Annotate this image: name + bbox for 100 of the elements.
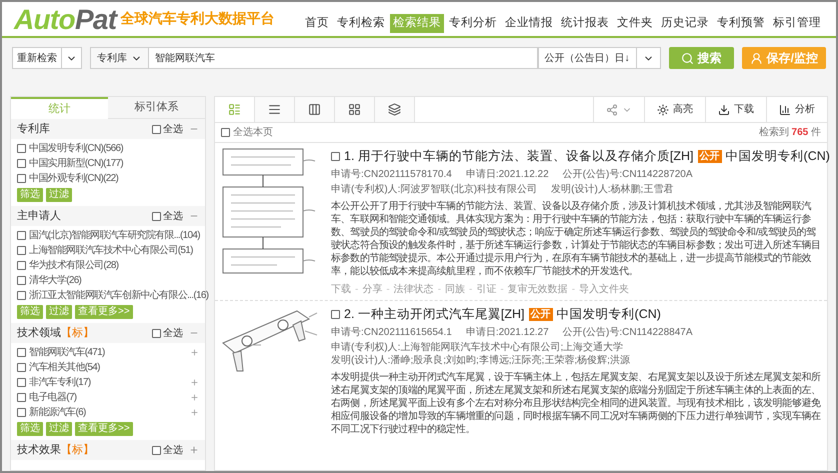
logo: AutoPat <box>14 6 116 34</box>
nav-tab[interactable]: 企业情报 <box>502 14 556 33</box>
status-badge: 公开 <box>528 308 553 321</box>
detail-view-icon <box>228 103 241 116</box>
filter-item[interactable]: 智能网联汽车(471) <box>29 345 105 360</box>
checkbox[interactable] <box>152 212 161 220</box>
section-title: 技术效果 <box>17 442 61 458</box>
nav-tab[interactable]: 标引管理 <box>770 14 824 33</box>
checkbox[interactable] <box>17 291 26 300</box>
select-all-label: 全选 <box>163 210 183 224</box>
sidebar-tab[interactable]: 标引体系 <box>108 97 205 119</box>
separator: - <box>436 282 442 297</box>
result-count: 检索到 765 件 <box>758 126 821 140</box>
patent-title[interactable]: 2. 一种主动开闭式汽车尾翼[ZH] <box>344 304 525 324</box>
select-all-label: 全选 <box>163 444 183 458</box>
filter-item[interactable]: 华为技术有限公司(28) <box>29 258 118 273</box>
share-icon <box>606 104 618 116</box>
checkbox[interactable] <box>331 152 340 161</box>
filter-item[interactable]: 汽车相关其他(54) <box>29 360 100 375</box>
search-field[interactable]: 专利库 智能网联汽车 <box>90 47 538 69</box>
filter-item[interactable]: 电子电器(7) <box>29 390 76 405</box>
checkbox[interactable] <box>331 310 340 319</box>
checkbox[interactable] <box>17 276 26 285</box>
user-icon <box>750 52 763 64</box>
bar-chart-icon <box>779 104 791 116</box>
patent-abstract: 本公开公开了用于行驶中车辆的节能方法、装置、设备以及存储介质，涉及计算机技术领域，尤其涉及智能网联汽车、车联网和智能交通领域。具体实现方案为：用于行驶中车辆的节能方法，包括：获取行驶中车辆的车辆运行参数、驾驶员的驾驶命令和/或驾驶员的驾驶状态；响应于确定所述车辆运行参数、驾驶员的驾驶命令和/或驾驶员的驾驶状态符合预设的触发条件时，基于所述车辆运行参数，计算处于节能状态的车辆目标参数；发出可进入所述车辆目标参数的节能驾驶提示。本公开通过提示用户行为，在原有车辆节能技术的基础上，进一步提高节能模式的节能效率，能以较低成本来提高续航里程，而不依赖车厂节能技术的开发迭代。 <box>331 200 821 278</box>
separator: - <box>385 282 391 297</box>
tool-button[interactable]: 高亮 <box>644 97 705 122</box>
patent-meta: 申请日:2021.12.27 <box>466 326 549 338</box>
separator: - <box>570 282 576 297</box>
checkbox[interactable] <box>152 446 161 454</box>
database-select[interactable]: 专利库 <box>91 48 149 68</box>
status-badge: 公开 <box>698 150 722 163</box>
patent-meta: 发明(设计)人:杨林鹏;王雪君 <box>551 182 674 196</box>
expand-icon[interactable] <box>189 445 199 455</box>
patent-meta: 公开(公告)号:CN114228720A <box>562 168 693 181</box>
patent-meta: 申请(专利权)人:上海智能网联汽车技术中心有限公司;上海交通大学 <box>331 340 624 354</box>
select-all-label: 全选 <box>163 326 183 340</box>
tool-button[interactable]: 下载 <box>705 97 766 122</box>
checkbox[interactable] <box>17 159 26 168</box>
sort-select[interactable]: 公开（公告日）日↓ <box>538 47 661 69</box>
checkbox[interactable] <box>152 124 161 134</box>
filter-item[interactable]: 非汽车专利(17) <box>29 375 90 390</box>
search-icon <box>680 52 694 64</box>
nav-tab[interactable]: 专利分析 <box>446 14 500 33</box>
nav-tab[interactable]: 首页 <box>302 14 332 33</box>
mode-select[interactable]: 重新检索 <box>12 47 82 69</box>
filter-item[interactable]: 上海智能网联汽车技术中心有限公司(51) <box>29 243 193 258</box>
grid-view-icon <box>348 103 361 116</box>
select-all-label: 全选 <box>163 122 183 136</box>
checkbox[interactable] <box>152 328 161 338</box>
patent-title[interactable]: 1. 用于行驶中车辆的节能方法、装置、设备以及存储介质[ZH] <box>344 147 694 166</box>
patent-meta: 申请(专利权)人:阿波罗智联(北京)科技有限公司 <box>331 182 538 196</box>
view-toggle[interactable] <box>255 97 295 122</box>
view-toggle[interactable] <box>295 97 335 122</box>
filter-item[interactable]: 中国实用新型(CN)(177) <box>29 156 123 171</box>
tool-button[interactable]: 分析 <box>766 97 827 122</box>
separator: - <box>468 282 474 297</box>
nav-tab[interactable]: 文件夹 <box>614 14 656 33</box>
filter-item[interactable]: 中国发明专利(CN)(566) <box>29 141 123 156</box>
section-title: 专利库 <box>17 122 50 137</box>
patent-meta: 申请号:CN202111615654.1 <box>331 326 452 338</box>
sun-icon <box>657 104 669 116</box>
checkbox[interactable] <box>17 348 26 357</box>
filter-item[interactable]: 国汽(北京)智能网联汽车研究院有限...(104) <box>29 228 200 243</box>
checkbox[interactable] <box>17 246 26 255</box>
checkbox[interactable] <box>17 144 26 153</box>
slogan: 全球汽车专利大数据平台 <box>120 9 274 28</box>
download-icon <box>718 104 730 116</box>
patent-meta: 公开(公告)号:CN114228847A <box>562 326 693 338</box>
list-view-icon <box>268 103 281 116</box>
patent-meta: 申请日:2021.12.22 <box>466 168 549 181</box>
checkbox[interactable] <box>221 128 230 137</box>
view-toggle[interactable] <box>335 97 375 122</box>
nav-tab[interactable]: 统计报表 <box>558 14 612 33</box>
filter-item[interactable]: 中国外观专利(CN)(22) <box>29 171 118 186</box>
filter-item[interactable]: 浙江亚太智能网联汽车创新中心有限公...(16) <box>29 288 208 303</box>
separator: - <box>499 282 505 297</box>
checkbox[interactable] <box>17 363 26 372</box>
columns-view-icon <box>308 103 321 116</box>
filter-item[interactable]: 清华大学(26) <box>29 273 82 288</box>
nav-tab[interactable]: 专利预警 <box>714 14 768 33</box>
patent-type: 中国发明专利(CN) <box>726 148 830 165</box>
section-title: 主申请人 <box>17 208 61 224</box>
filter-item[interactable]: 新能源汽车(6) <box>29 405 86 420</box>
checkbox[interactable] <box>17 231 26 240</box>
checkbox[interactable] <box>17 378 26 387</box>
checkbox[interactable] <box>17 408 26 417</box>
patent-abstract: 本发明提供一种主动开闭式汽车尾翼，设于车辆主体上，包括左尾翼支架、右尾翼支架以及设于所述左尾翼支架和所述右尾翼支架的顶端的尾翼平面，所述左尾翼支架和所述右尾翼支架的底端分别固定于所述车辆主体的上表面的左、右两侧，所述尾翼平面上设有多个左右对称分布且形状结构完全相同的进风装置。与现有技术相比，该发明能够避免相应伺服设备的增加导致的车辆增重的问题，同时根据车辆不同工况对车辆两侧的下压力进行单独调节，实现车辆在不同工况下行驶过程中的稳定性。 <box>331 370 821 436</box>
patent-meta: 申请号:CN202111578170.4 <box>331 168 452 181</box>
nav-tab[interactable]: 专利检索 <box>334 14 388 33</box>
checkbox[interactable] <box>17 393 26 402</box>
select-page-label: 全选本页 <box>233 126 273 140</box>
tag-label: 【标】 <box>61 326 94 341</box>
checkbox[interactable] <box>17 174 26 183</box>
checkbox[interactable] <box>17 261 26 270</box>
patent-meta: 发明(设计)人:潘峥;殷承良;刘如昀;李博远;汪际亮;王荣蓉;杨俊辉;洪源 <box>331 354 630 366</box>
nav-tab[interactable]: 历史记录 <box>658 14 712 33</box>
view-toggle[interactable] <box>375 97 415 122</box>
layers-view-icon <box>388 103 401 116</box>
